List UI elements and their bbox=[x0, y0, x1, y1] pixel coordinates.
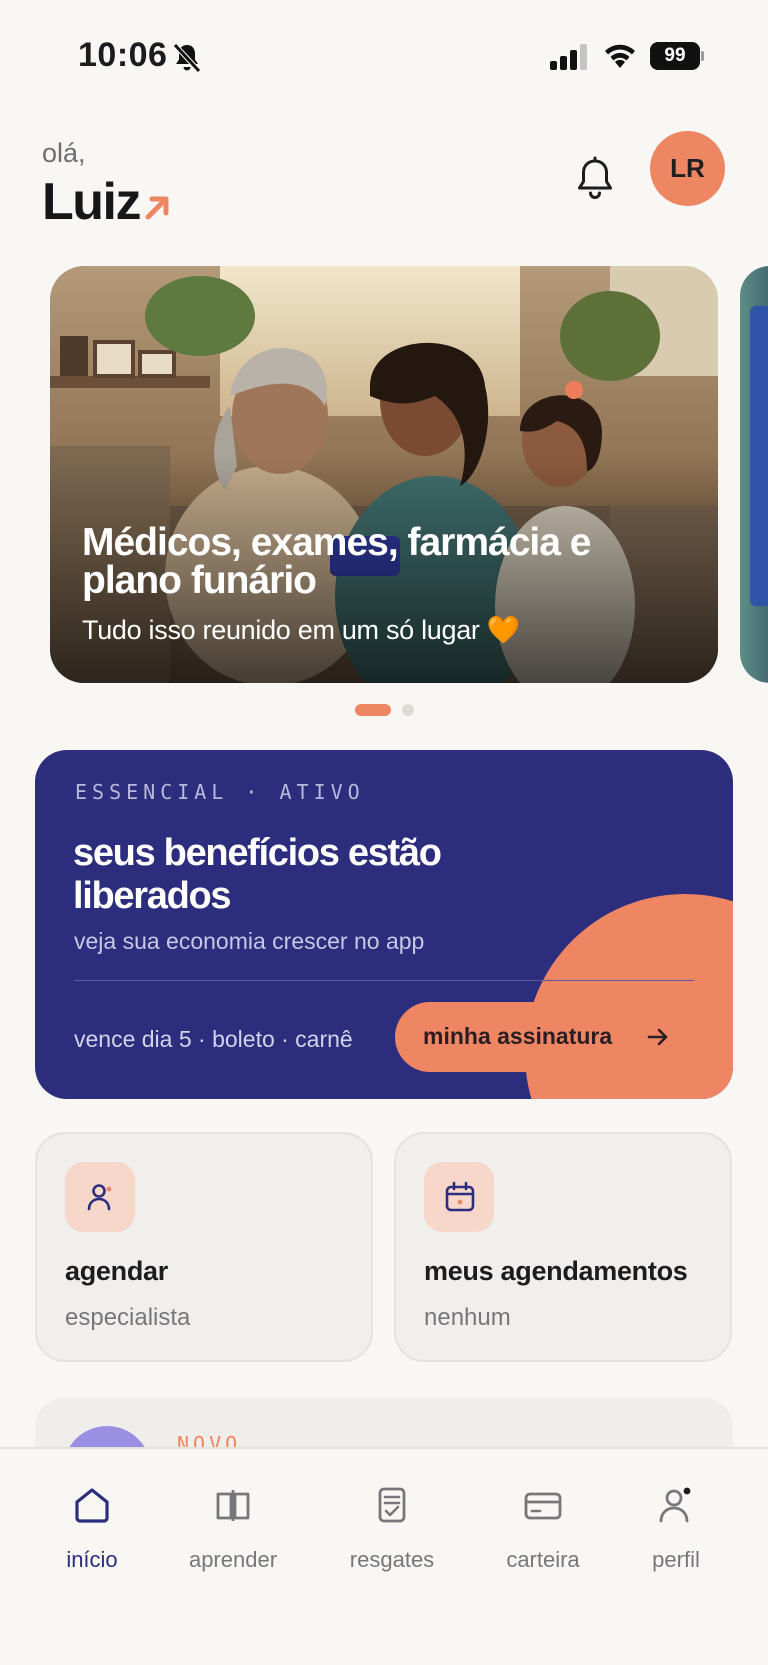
plan-subtitle: veja sua economia crescer no app bbox=[74, 928, 425, 954]
subscription-card: ESSENCIAL · ATIVO seus benefícios estão … bbox=[35, 750, 733, 1099]
arrow-right-icon bbox=[647, 1028, 668, 1046]
nav-label: início bbox=[66, 1547, 118, 1572]
receipt-icon bbox=[378, 1487, 406, 1523]
nav-label: aprender bbox=[188, 1547, 278, 1572]
nav-label: resgates bbox=[349, 1547, 435, 1572]
avatar[interactable]: LR bbox=[650, 131, 725, 206]
calendar-icon bbox=[445, 1181, 475, 1212]
my-subscription-label: minha assinatura bbox=[423, 1023, 613, 1049]
nav-item-home[interactable]: início bbox=[22, 1485, 162, 1585]
hero-banner[interactable]: Médicos, exames, farmácia e plano funári… bbox=[50, 266, 718, 683]
tile-title: agendar bbox=[65, 1256, 168, 1286]
plan-due-info: vence dia 5 · boleto · carnê bbox=[74, 1026, 353, 1052]
battery-level: 99 bbox=[650, 42, 700, 70]
nav-item-wallet[interactable]: carteira bbox=[473, 1485, 613, 1585]
status-time: 10:06 bbox=[78, 36, 168, 74]
home-icon bbox=[75, 1488, 109, 1523]
carousel-dot-active[interactable] bbox=[355, 704, 391, 716]
my-subscription-button[interactable]: minha assinatura bbox=[395, 1002, 713, 1072]
nav-label: perfil bbox=[652, 1547, 700, 1572]
tile-title: meus agendamentos bbox=[424, 1256, 688, 1286]
book-icon bbox=[216, 1490, 250, 1521]
bottom-nav: início aprender resgates carteira perfil bbox=[0, 1447, 768, 1665]
tile-icon-bg bbox=[65, 1162, 135, 1232]
hero-title: Médicos, exames, farmácia e plano funári… bbox=[82, 521, 591, 602]
plan-title: seus benefícios estão liberados bbox=[73, 832, 442, 917]
carousel-dot[interactable] bbox=[402, 704, 414, 716]
divider bbox=[74, 980, 694, 981]
battery-indicator: 99 bbox=[650, 42, 704, 70]
bell-off-icon bbox=[173, 43, 201, 73]
plan-status: ESSENCIAL · ATIVO bbox=[75, 780, 365, 804]
greeting-label: olá, bbox=[42, 138, 86, 168]
next-hero-card[interactable] bbox=[740, 266, 768, 683]
signal-icon bbox=[550, 44, 587, 70]
nav-item-profile[interactable]: perfil bbox=[606, 1485, 746, 1585]
nav-item-learn[interactable]: aprender bbox=[163, 1485, 303, 1585]
my-appointments-tile[interactable]: meus agendamentos nenhum bbox=[394, 1132, 732, 1362]
hero-subtitle: Tudo isso reunido em um só lugar 🧡 bbox=[82, 615, 521, 645]
nav-item-redemptions[interactable]: resgates bbox=[322, 1485, 462, 1585]
status-bar: 10:06 99 bbox=[0, 0, 768, 110]
schedule-tile[interactable]: agendar especialista bbox=[35, 1132, 373, 1362]
tile-subtitle: nenhum bbox=[424, 1304, 511, 1331]
arrow-up-right-icon bbox=[145, 196, 169, 220]
person-icon bbox=[87, 1184, 112, 1211]
wifi-icon bbox=[605, 44, 635, 68]
user-name: Luiz bbox=[42, 173, 141, 231]
tile-icon-bg bbox=[424, 1162, 494, 1232]
profile-icon bbox=[659, 1487, 691, 1523]
nav-label: carteira bbox=[506, 1547, 580, 1572]
tile-subtitle: especialista bbox=[65, 1304, 191, 1331]
card-icon bbox=[524, 1492, 562, 1520]
notification-bell-icon[interactable] bbox=[574, 156, 616, 202]
